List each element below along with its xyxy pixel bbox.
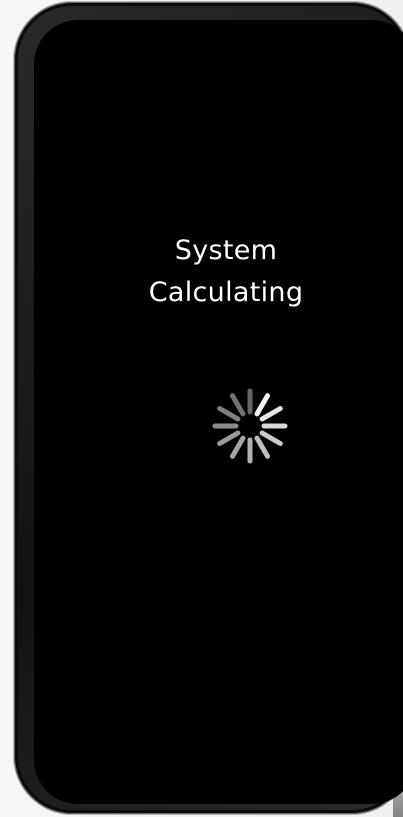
spinner-segment bbox=[254, 435, 270, 459]
frame-shadow bbox=[393, 717, 403, 817]
spinner-segment bbox=[259, 406, 283, 422]
spinner-segment bbox=[217, 430, 241, 446]
spinner-segment bbox=[254, 393, 270, 417]
status-title-line-2: Calculating bbox=[148, 277, 304, 308]
phone-frame: System Calculating bbox=[14, 2, 403, 814]
spinner-segment bbox=[230, 435, 246, 459]
spinner-segment bbox=[217, 406, 241, 422]
device-mockup-stage: System Calculating bbox=[0, 0, 403, 817]
status-title: System Calculating bbox=[127, 230, 325, 314]
loading-spinner-icon bbox=[212, 388, 288, 464]
spinner-segment bbox=[230, 393, 246, 417]
phone-screen: System Calculating bbox=[34, 20, 403, 804]
spinner-segment bbox=[259, 430, 283, 446]
status-title-line-1: System bbox=[174, 235, 278, 266]
